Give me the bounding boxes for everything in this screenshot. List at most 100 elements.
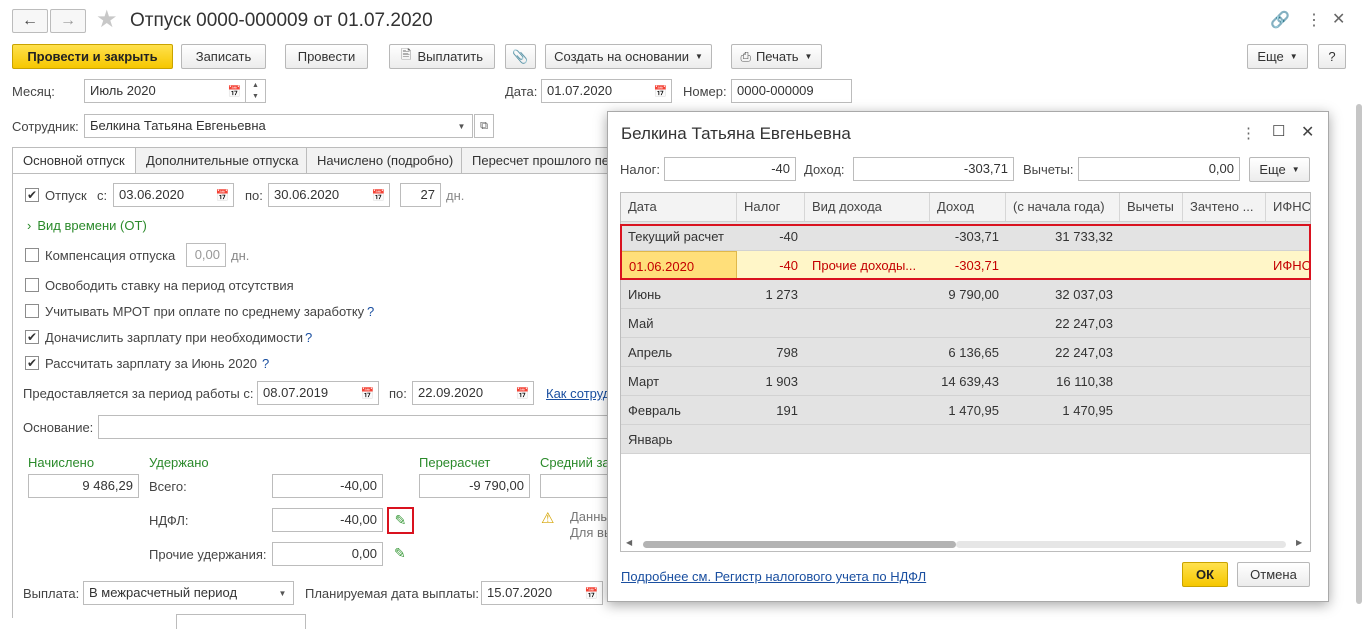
compensation-checkbox[interactable] — [25, 248, 39, 262]
forward-button[interactable]: → — [50, 9, 86, 33]
table-hscrollbar[interactable]: ◀ ▶ — [621, 537, 1310, 551]
from-label: с: — [97, 188, 108, 203]
table-row[interactable]: Май 22 247,03 — [621, 309, 1310, 338]
tab-main-vacation[interactable]: Основной отпуск — [12, 147, 136, 174]
help-button[interactable]: ? — [1318, 44, 1346, 69]
col-tax-header[interactable]: Налог — [737, 193, 805, 221]
table-row[interactable]: Июнь 1 273 9 790,00 32 037,03 — [621, 280, 1310, 309]
calendar-icon[interactable]: 📅 — [224, 79, 246, 103]
add-salary-checkbox[interactable]: ✔ — [25, 330, 39, 344]
table-row[interactable]: Январь — [621, 425, 1310, 454]
time-type-toggle[interactable]: › Вид времени (ОТ) — [27, 218, 147, 233]
calc-salary-help-icon[interactable]: ? — [262, 356, 269, 371]
mrot-help-icon[interactable]: ? — [367, 304, 374, 319]
maximize-icon[interactable]: ☐ — [1272, 122, 1285, 140]
table-row[interactable]: Февраль 191 1 470,95 1 470,95 — [621, 396, 1310, 425]
calendar-icon[interactable]: 📅 — [581, 581, 603, 605]
favorite-star-icon[interactable]: ★ — [96, 5, 118, 34]
tab-accrued-detail[interactable]: Начислено (подробно) — [306, 147, 462, 174]
calendar-icon[interactable]: 📅 — [357, 381, 379, 405]
calc-salary-checkbox[interactable]: ✔ — [25, 356, 39, 370]
basis-field[interactable] — [98, 415, 613, 439]
more-button[interactable]: Еще ▼ — [1247, 44, 1308, 69]
avg-earnings-field[interactable] — [540, 474, 613, 498]
calendar-icon[interactable]: 📅 — [650, 79, 672, 103]
payout-label: Выплата: — [23, 586, 80, 601]
total-label: Всего: — [149, 479, 187, 494]
ndfl-field[interactable]: -40,00 — [272, 508, 383, 532]
ndfl-label: НДФЛ: — [149, 513, 189, 528]
number-field[interactable]: 0000-000009 — [731, 79, 852, 103]
period-from-field[interactable]: 08.07.2019 — [257, 381, 358, 405]
dropdown-arrow-icon: ▼ — [694, 52, 703, 61]
tab-recalc-past[interactable]: Пересчет прошлого пе — [461, 147, 611, 174]
more-vert-icon[interactable]: ⋮ — [1241, 124, 1256, 142]
how-employee-link[interactable]: Как сотруд — [546, 386, 610, 401]
planned-date-field[interactable]: 15.07.2020 — [481, 581, 582, 605]
recalc-field[interactable]: -9 790,00 — [419, 474, 530, 498]
ok-button[interactable]: ОК — [1182, 562, 1228, 587]
table-row[interactable]: Март 1 903 14 639,43 16 110,38 — [621, 367, 1310, 396]
other-withholdings-field[interactable]: 0,00 — [272, 542, 383, 566]
pencil-icon[interactable]: ✎ — [394, 545, 406, 562]
col-income-header[interactable]: Доход — [930, 193, 1006, 221]
table-cell-ded — [1120, 425, 1183, 454]
period-label: Предоставляется за период работы с: — [23, 386, 254, 401]
cancel-button[interactable]: Отмена — [1237, 562, 1310, 587]
free-rate-checkbox[interactable] — [25, 278, 39, 292]
date-field[interactable]: 01.07.2020 — [541, 79, 651, 103]
col-date-header[interactable]: Дата — [621, 193, 737, 221]
col-credited-header[interactable]: Зачтено ... — [1183, 193, 1266, 221]
calendar-icon[interactable]: 📅 — [368, 183, 390, 207]
link-icon[interactable]: 🔗 — [1270, 10, 1290, 30]
print-button[interactable]: ⎙ Печать ▼ — [731, 44, 822, 69]
col-ytd-header[interactable]: (с начала года) — [1006, 193, 1120, 221]
compensation-days-field[interactable]: 0,00 — [186, 243, 226, 267]
calendar-icon[interactable]: 📅 — [512, 381, 534, 405]
vacation-checkbox[interactable]: ✔ — [25, 188, 39, 202]
chevron-down-icon[interactable]: ▼ — [451, 114, 473, 138]
col-income-kind-header[interactable]: Вид дохода — [805, 193, 930, 221]
scroll-right-icon[interactable]: ▶ — [1296, 538, 1302, 547]
calendar-icon[interactable]: 📅 — [212, 183, 234, 207]
more-vert-icon[interactable]: ⋮ — [1306, 10, 1322, 30]
mrot-checkbox[interactable] — [25, 304, 39, 318]
back-button[interactable]: ← — [12, 9, 48, 33]
hscrollbar-thumb[interactable] — [643, 541, 956, 548]
vacation-days-field[interactable]: 27 — [400, 183, 441, 207]
employee-field[interactable]: Белкина Татьяна Евгеньевна — [84, 114, 452, 138]
tax-register-link[interactable]: Подробнее см. Регистр налогового учета п… — [621, 569, 926, 584]
printer-icon: ⎙ — [740, 48, 751, 64]
period-to-field[interactable]: 22.09.2020 — [412, 381, 513, 405]
open-employee-icon[interactable]: ⧉ — [474, 114, 494, 138]
close-icon[interactable]: ✕ — [1332, 9, 1345, 29]
main-scrollbar[interactable]: ▲ — [1354, 104, 1364, 619]
save-button[interactable]: Записать — [181, 44, 266, 69]
pay-button[interactable]: 🖹 Выплатить — [389, 44, 495, 69]
month-spinner[interactable]: ▲ ▼ — [246, 79, 266, 103]
total-field[interactable]: -40,00 — [272, 474, 383, 498]
table-cell-date: Февраль — [628, 403, 681, 418]
payout-field[interactable]: В межрасчетный период — [83, 581, 273, 605]
time-type-label: Вид времени (ОТ) — [37, 218, 147, 233]
post-button[interactable]: Провести — [285, 44, 368, 69]
add-salary-help-icon[interactable]: ? — [305, 330, 312, 345]
month-field[interactable]: Июль 2020 — [84, 79, 225, 103]
hscrollbar-track — [956, 541, 1286, 548]
col-ifns-header[interactable]: ИФНС — [1266, 193, 1310, 221]
table-row[interactable]: Апрель 798 6 136,65 22 247,03 — [621, 338, 1310, 367]
ndfl-edit-button[interactable]: ✎ — [387, 507, 414, 534]
vacation-to-field[interactable]: 30.06.2020 — [268, 183, 369, 207]
attach-button[interactable]: 📎 — [505, 44, 536, 69]
vacation-from-field[interactable]: 03.06.2020 — [113, 183, 213, 207]
scrollbar-thumb[interactable] — [1356, 104, 1362, 604]
create-based-button[interactable]: Создать на основании ▼ — [545, 44, 712, 69]
tab-additional-vacations[interactable]: Дополнительные отпуска — [135, 147, 307, 174]
dialog-more-button[interactable]: Еще ▼ — [1249, 157, 1310, 182]
scroll-left-icon[interactable]: ◀ — [626, 538, 632, 547]
close-icon[interactable]: ✕ — [1301, 122, 1314, 142]
chevron-down-icon[interactable]: ▼ — [272, 581, 294, 605]
post-and-close-button[interactable]: Провести и закрыть — [12, 44, 173, 69]
accrued-field[interactable]: 9 486,29 — [28, 474, 139, 498]
col-deductions-header[interactable]: Вычеты — [1120, 193, 1183, 221]
